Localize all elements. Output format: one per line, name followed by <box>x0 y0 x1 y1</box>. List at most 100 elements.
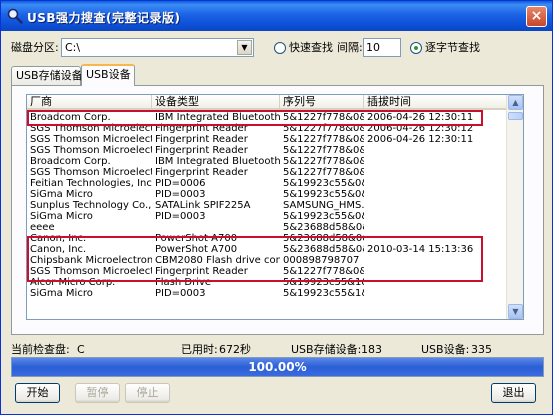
table-row[interactable]: Feitian Technologies, Inc. PID=0006 5&1992… <box>27 178 507 189</box>
table-cell: Fingerprint Reader <box>155 266 248 277</box>
table-cell: Flash Drive <box>155 277 212 288</box>
table-cell: 5&19923c55&0&2 <box>283 178 364 189</box>
usb-storage-count: 183 <box>361 343 382 356</box>
table-cell: 000898798707 <box>283 255 360 266</box>
fast-search-radio[interactable] <box>274 42 286 54</box>
table-row[interactable]: SGS Thomson MicroelectronicsFingerprint … <box>27 123 507 134</box>
table-row[interactable]: Alcor Micro Corp. Flash Drive 5&19923c55&1… <box>27 277 507 288</box>
table-cell: Fingerprint Reader <box>155 145 248 156</box>
table-row[interactable]: Canon, Inc. PowerShot A700 5&23688d58&0&42… <box>27 244 507 255</box>
table-row[interactable]: SGS Thomson MicroelectronicsFingerprint … <box>27 266 507 277</box>
table-cell: Alcor Micro Corp. <box>30 277 116 288</box>
table-cell: 5&19923c55&1&1 <box>283 277 364 288</box>
current-disk-label: 当前检查盘: <box>11 343 70 356</box>
table-cell: 5&19923c55&1&1 <box>283 288 364 299</box>
scroll-down-icon[interactable]: ▼ <box>508 304 523 319</box>
table-row[interactable]: Broadcom Corp. IBM Integrated Bluetooth I… <box>27 112 507 123</box>
scroll-up-icon[interactable]: ▲ <box>508 95 523 110</box>
column-header-type[interactable]: 设备类型 <box>152 95 280 110</box>
start-button[interactable]: 开始 <box>15 383 60 403</box>
table-row[interactable]: SGS Thomson MicroelectronicsFingerprint … <box>27 167 507 178</box>
table-cell: 5&19923c55&0&1 <box>283 189 364 200</box>
byte-search-label: 逐字节查找 <box>425 41 480 54</box>
table-cell: 5&1227f778&0&2 <box>283 134 364 145</box>
table-row[interactable]: SiGma Micro PID=0003 5&19923c55&0&1 <box>27 211 507 222</box>
elapsed-label: 已用时: <box>181 343 218 356</box>
device-list[interactable]: 厂商 设备类型 序列号 插拔时间 Broadcom Corp. IBM Integ… <box>26 94 524 320</box>
table-cell: IBM Integrated Bluetooth IV <box>155 156 280 167</box>
table-row[interactable]: Broadcom Corp. IBM Integrated Bluetooth I… <box>27 156 507 167</box>
table-cell: 2006-04-26 12:30:11 <box>367 134 474 145</box>
tab-usb-storage[interactable]: USB存储设备 <box>11 66 83 85</box>
table-cell: 5&23688d58&0&4 <box>283 244 364 255</box>
close-button[interactable]: × <box>526 6 547 27</box>
interval-label: 间隔: <box>337 41 363 54</box>
table-cell: eeee <box>30 222 55 233</box>
table-cell: SGS Thomson Microelectronics <box>30 134 152 145</box>
stop-button[interactable]: 停止 <box>125 383 170 403</box>
table-cell: 5&1227f778&0&2 <box>283 167 364 178</box>
table-cell: PID=0006 <box>155 178 206 189</box>
progress-text: 100.00% <box>248 360 307 374</box>
table-row[interactable]: Chipsbank Microelectronics ...CBM2080 Fl… <box>27 255 507 266</box>
tab-usb-devices[interactable]: USB设备 <box>81 64 135 86</box>
table-cell: Feitian Technologies, Inc. <box>30 178 152 189</box>
table-cell: PID=0003 <box>155 211 206 222</box>
chevron-down-icon[interactable]: ▼ <box>237 40 252 55</box>
column-header-vendor[interactable]: 厂商 <box>27 95 152 110</box>
table-cell: 5&23688d58&0&4 <box>283 222 364 233</box>
table-cell: PowerShot A700 <box>155 244 238 255</box>
tab-panel: 厂商 设备类型 序列号 插拔时间 Broadcom Corp. IBM Integ… <box>11 85 544 335</box>
usb-device-label: USB设备: <box>421 343 470 356</box>
usb-storage-label: USB存储设备: <box>291 343 362 356</box>
table-row[interactable]: SGS Thomson MicroelectronicsFingerprint … <box>27 134 507 145</box>
table-cell: Fingerprint Reader <box>155 134 248 145</box>
usb-device-count: 335 <box>471 343 492 356</box>
table-cell: 5&1227f778&0&2 <box>283 123 364 134</box>
app-window: USB强力搜查(完整记录版) × 磁盘分区: C:\ ▼ 快速查找 间隔: 10… <box>0 0 553 415</box>
table-cell: CBM2080 Flash drive cont... <box>155 255 280 266</box>
disk-value: C:\ <box>65 41 81 54</box>
table-row[interactable]: SiGma Micro PID=0003 5&19923c55&1&1 <box>27 288 507 299</box>
elapsed-value: 672秒 <box>219 343 251 356</box>
table-cell: 5&23688d58&0&3 <box>283 233 364 244</box>
table-row[interactable]: Canon, Inc. PowerShot A700 5&23688d58&0&3 <box>27 233 507 244</box>
table-cell: SGS Thomson Microelectronics <box>30 266 152 277</box>
table-cell: SiGma Micro <box>30 211 93 222</box>
disk-label: 磁盘分区: <box>11 41 59 54</box>
table-cell: Broadcom Corp. <box>30 112 111 123</box>
table-cell: SGS Thomson Microelectronics <box>30 145 152 156</box>
table-cell: Chipsbank Microelectronics ... <box>30 255 152 266</box>
table-cell: Fingerprint Reader <box>155 123 248 134</box>
table-row[interactable]: Sunplus Technology Co., LtdSATALink SPIF… <box>27 200 507 211</box>
table-row[interactable]: eeee 5&23688d58&0&4 <box>27 222 507 233</box>
disk-select[interactable]: C:\ ▼ <box>61 38 254 57</box>
window-title: USB强力搜查(完整记录版) <box>27 11 181 25</box>
pause-button[interactable]: 暂停 <box>75 383 120 403</box>
table-cell: Fingerprint Reader <box>155 167 248 178</box>
list-body: Broadcom Corp. IBM Integrated Bluetooth I… <box>27 112 507 319</box>
table-cell: Canon, Inc. <box>30 233 87 244</box>
list-header: 厂商 设备类型 序列号 插拔时间 <box>27 95 507 110</box>
table-cell: 2010-03-14 15:13:36 <box>367 244 474 255</box>
column-header-time[interactable]: 插拔时间 <box>364 95 507 110</box>
title-bar[interactable]: USB强力搜查(完整记录版) × <box>1 1 552 31</box>
magnifier-icon <box>7 8 23 24</box>
interval-input[interactable]: 10 <box>363 38 401 57</box>
vertical-scrollbar[interactable]: ▲ ▼ <box>506 95 523 319</box>
table-cell: 5&1227f778&0&1 <box>283 112 364 123</box>
exit-button[interactable]: 退出 <box>491 383 536 403</box>
table-cell: 2006-04-26 12:30:11 <box>367 112 474 123</box>
column-header-serial[interactable]: 序列号 <box>280 95 364 110</box>
table-row[interactable]: SGS Thomson MicroelectronicsFingerprint … <box>27 145 507 156</box>
byte-search-radio[interactable] <box>410 42 422 54</box>
scroll-thumb[interactable] <box>508 112 523 120</box>
fast-search-label: 快速查找 <box>289 41 333 54</box>
current-disk-value: C <box>77 343 85 356</box>
table-cell: SAMSUNG_HMS... <box>283 200 364 211</box>
table-cell: SiGma Micro <box>30 288 93 299</box>
table-cell: PID=0003 <box>155 189 206 200</box>
table-row[interactable]: SiGma Micro PID=0003 5&19923c55&0&1 <box>27 189 507 200</box>
table-cell: 5&1227f778&0&2 <box>283 266 364 277</box>
table-cell: 5&19923c55&0&1 <box>283 211 364 222</box>
